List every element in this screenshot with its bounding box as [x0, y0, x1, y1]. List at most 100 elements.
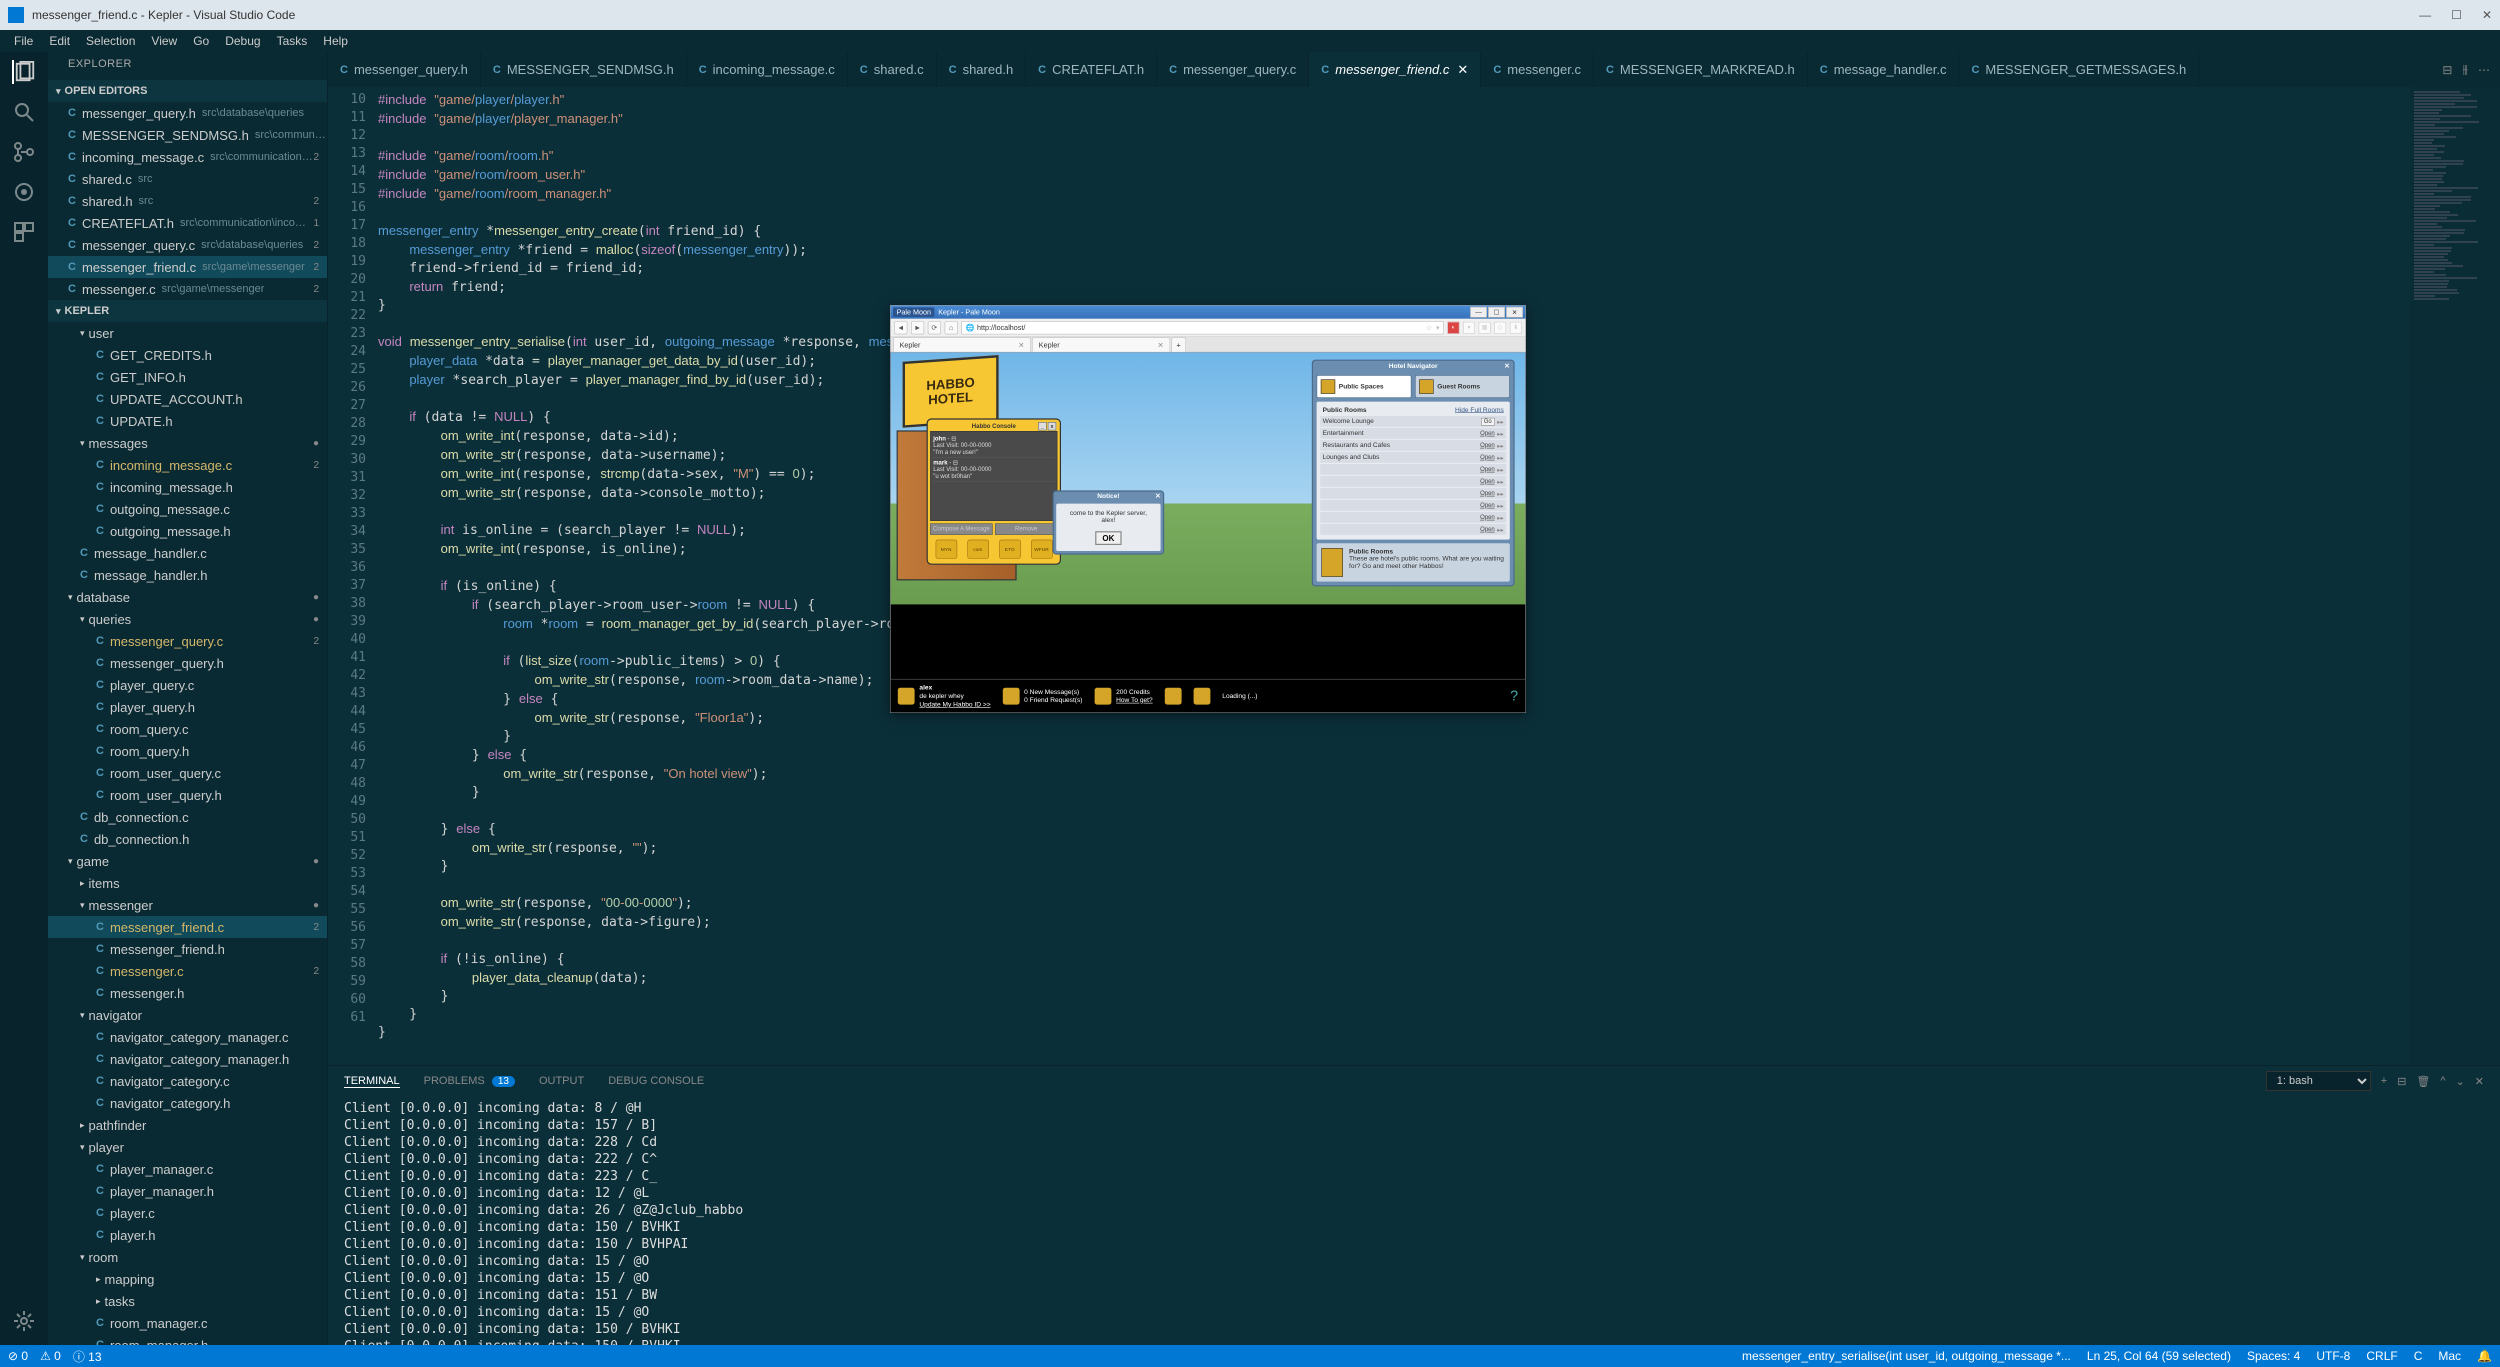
editor-tab[interactable]: CMESSENGER_MARKREAD.h [1594, 52, 1808, 87]
file-item[interactable]: Cmessenger_query.h [48, 652, 327, 674]
reload-button[interactable]: ⟳ [928, 321, 941, 334]
file-item[interactable]: Cnavigator_category.h [48, 1092, 327, 1114]
file-item[interactable]: CUPDATE.h [48, 410, 327, 432]
menu-debug[interactable]: Debug [219, 32, 266, 50]
room-action-button[interactable]: Open [1480, 442, 1495, 449]
file-item[interactable]: Cplayer_manager.c [48, 1158, 327, 1180]
room-action-button[interactable]: Open [1480, 466, 1495, 473]
editor-tab[interactable]: Cshared.c [848, 52, 937, 87]
project-section[interactable]: KEPLER [48, 300, 327, 322]
file-item[interactable]: Cplayer.h [48, 1224, 327, 1246]
file-item[interactable]: CUPDATE_ACCOUNT.h [48, 388, 327, 410]
forward-button[interactable]: ► [911, 321, 924, 334]
file-item[interactable]: Cnavigator_category_manager.h [48, 1048, 327, 1070]
maximize-button[interactable]: ☐ [2451, 8, 2462, 22]
file-item[interactable]: Cplayer.c [48, 1202, 327, 1224]
console-minimize-icon[interactable]: _ [1038, 422, 1046, 430]
url-bar[interactable]: 🌐http://localhost/☆▾ [961, 321, 1443, 334]
folder-queries[interactable]: queries● [48, 608, 327, 630]
browser-maximize-button[interactable]: ☐ [1488, 307, 1505, 318]
explorer-icon[interactable] [12, 60, 36, 84]
navigator-icon[interactable] [1193, 688, 1210, 705]
folder-mapping[interactable]: mapping [48, 1268, 327, 1290]
kill-terminal-icon[interactable]: 🗑 [2416, 1075, 2430, 1088]
settings-icon[interactable] [12, 1309, 36, 1333]
home-button[interactable]: ⌂ [945, 321, 958, 334]
browser-minimize-button[interactable]: — [1470, 307, 1487, 318]
room-action-button[interactable]: Open [1480, 478, 1495, 485]
hide-full-rooms-link[interactable]: Hide Full Rooms [1455, 406, 1504, 413]
avatar-icon[interactable] [898, 688, 915, 705]
folder-player[interactable]: player [48, 1136, 327, 1158]
terminal-output[interactable]: Client [0.0.0.0] incoming data: 8 / @H C… [328, 1096, 2500, 1345]
editor-tab[interactable]: CMESSENGER_SENDMSG.h [481, 52, 687, 87]
console-tab-wfur[interactable]: WFUR [1031, 540, 1053, 559]
room-action-button[interactable]: Open [1480, 514, 1495, 521]
status-encoding[interactable]: UTF-8 [2316, 1349, 2350, 1363]
habbo-console-window[interactable]: Habbo Console_x john - ⊟Last Visit: 00-0… [927, 418, 1061, 564]
panel-close-icon[interactable]: ✕ [2475, 1075, 2484, 1088]
file-item[interactable]: Croom_manager.h [48, 1334, 327, 1345]
menu-edit[interactable]: Edit [43, 32, 76, 50]
open-editor-item[interactable]: Cmessenger.csrc\game\messenger2 [48, 278, 327, 300]
file-item[interactable]: Croom_query.h [48, 740, 327, 762]
tab-close-icon[interactable]: ✕ [1457, 62, 1468, 78]
tab-close-icon[interactable]: ✕ [1158, 341, 1164, 349]
editor-tab[interactable]: Cshared.h [937, 52, 1027, 87]
nav-room-item[interactable]: Open▸▸ [1320, 488, 1506, 499]
minimize-button[interactable]: — [2419, 8, 2431, 22]
tab-close-icon[interactable]: ✕ [1018, 341, 1024, 349]
file-item[interactable]: Cnavigator_category.c [48, 1070, 327, 1092]
file-item[interactable]: Cnavigator_category_manager.c [48, 1026, 327, 1048]
compose-message-button[interactable]: Compose A Message [930, 523, 992, 534]
console-tab-com[interactable]: com [967, 540, 989, 559]
status-eol[interactable]: CRLF [2366, 1349, 2397, 1363]
room-action-button[interactable]: Open [1480, 430, 1495, 437]
browser-titlebar[interactable]: Pale Moon Kepler - Pale Moon — ☐ ✕ [891, 306, 1526, 319]
menu-help[interactable]: Help [317, 32, 354, 50]
open-editor-item[interactable]: CCREATEFLAT.hsrc\communication\incoming\… [48, 212, 327, 234]
folder-pathfinder[interactable]: pathfinder [48, 1114, 327, 1136]
credits-icon[interactable] [1095, 688, 1112, 705]
remove-friend-button[interactable]: Remove [995, 523, 1057, 534]
public-spaces-tab[interactable]: Public Spaces [1317, 375, 1412, 398]
nav-room-item[interactable]: Welcome LoungeGo▸▸ [1320, 416, 1506, 427]
nav-room-item[interactable]: Open▸▸ [1320, 464, 1506, 475]
search-icon[interactable] [12, 100, 36, 124]
editor-tab[interactable]: Cmessenger_friend.c✕ [1309, 52, 1481, 87]
output-tab[interactable]: OUTPUT [539, 1075, 584, 1087]
friend-entry[interactable]: john - ⊟Last Visit: 00-00-0000"I'm a new… [933, 434, 1054, 458]
browser-tab[interactable]: Kepler✕ [1032, 337, 1170, 351]
problems-tab[interactable]: PROBLEMS 13 [424, 1075, 515, 1087]
file-item[interactable]: Cplayer_manager.h [48, 1180, 327, 1202]
file-item[interactable]: Cmessenger.c2 [48, 960, 327, 982]
navigator-window[interactable]: Hotel Navigator✕ Public Spaces Guest Roo… [1312, 360, 1515, 587]
open-editor-item[interactable]: Cshared.csrc [48, 168, 327, 190]
file-item[interactable]: Cdb_connection.c [48, 806, 327, 828]
open-editor-item[interactable]: CMESSENGER_SENDMSG.hsrc\communication\in… [48, 124, 327, 146]
folder-navigator[interactable]: navigator [48, 1004, 327, 1026]
status-spaces[interactable]: Spaces: 4 [2247, 1349, 2300, 1363]
folder-tasks[interactable]: tasks [48, 1290, 327, 1312]
file-item[interactable]: Cmessenger_query.c2 [48, 630, 327, 652]
open-editor-item[interactable]: Cincoming_message.csrc\communication\mes… [48, 146, 327, 168]
editor-tab[interactable]: CMESSENGER_GETMESSAGES.h [1959, 52, 2199, 87]
open-editor-item[interactable]: Cmessenger_query.csrc\database\queries2 [48, 234, 327, 256]
folder-database[interactable]: database● [48, 586, 327, 608]
menu-view[interactable]: View [145, 32, 183, 50]
menu-selection[interactable]: Selection [80, 32, 141, 50]
bookmark-star-icon[interactable]: ☆ [1426, 323, 1432, 331]
messages-icon[interactable] [1003, 688, 1020, 705]
nav-room-item[interactable]: Open▸▸ [1320, 524, 1506, 535]
adblock-icon[interactable]: ◐ [1447, 322, 1459, 334]
split-editor-icon[interactable]: ⊟ [2442, 63, 2452, 77]
more-actions-icon[interactable]: ⋯ [2478, 63, 2490, 77]
folder-room[interactable]: room [48, 1246, 327, 1268]
minimap[interactable] [2410, 87, 2500, 1065]
nav-room-item[interactable]: Open▸▸ [1320, 500, 1506, 511]
open-editor-item[interactable]: Cmessenger_query.hsrc\database\queries [48, 102, 327, 124]
status-cursor[interactable]: Ln 25, Col 64 (59 selected) [2087, 1349, 2231, 1363]
extensions-icon[interactable] [12, 220, 36, 244]
panel-chevron-icon[interactable]: ⌄ [2456, 1075, 2465, 1088]
folder-messages[interactable]: messages● [48, 432, 327, 454]
